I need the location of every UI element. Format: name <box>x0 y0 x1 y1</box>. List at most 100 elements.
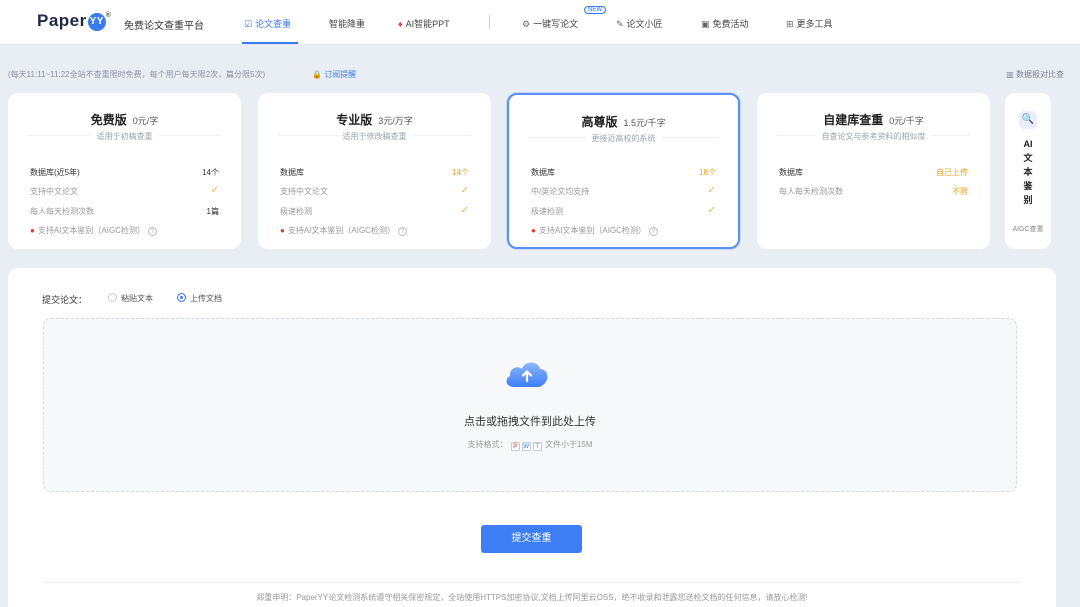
grid-icon: ⊞ <box>786 19 794 29</box>
slogan: 免费论文查重平台 <box>124 21 204 32</box>
edit-icon: ✎ <box>616 19 624 29</box>
nav-paper-check[interactable]: ☑ 论文查重 <box>244 17 291 30</box>
plan-price: 0元/千字 <box>889 116 924 126</box>
check-icon: ✓ <box>707 205 716 216</box>
logo[interactable]: Paper YY® <box>37 11 111 31</box>
feature-label: 数据库(近5年) <box>30 168 80 177</box>
logo-text: Paper <box>37 11 87 30</box>
help-icon[interactable]: ? <box>648 227 658 236</box>
logo-reg: ® <box>105 12 112 19</box>
plan-feature: 数据库(近5年) 14个 <box>30 167 219 178</box>
feature-value: 18个 <box>699 168 716 177</box>
chart-icon: ▥ <box>1006 70 1016 79</box>
nav-write-paper[interactable]: ⚙ 一键写论文 <box>522 17 578 30</box>
plan-card-free[interactable]: 免费版 0元/字 适用于初稿查重 数据库(近5年) 14个 支持中文论文 ✓ 每人每天… <box>8 93 241 249</box>
nav-free-events[interactable]: ▣ 免费活动 <box>701 17 749 30</box>
plan-subtitle: 适用于初稿查重 <box>28 132 221 149</box>
submit-paper-label: 提交论文： <box>42 295 88 305</box>
radio-upload-document[interactable]: 上传文档 <box>177 293 222 304</box>
notice-text: (每天11:11~11:22全站不查重限时免费，每个用户每天限2次，篇分限5次) <box>8 70 266 79</box>
side-title: AI文本鉴别 <box>1023 139 1033 205</box>
plan-name: 免费版 <box>90 113 127 127</box>
plan-subtitle: 更接近高校的系统 <box>529 134 718 151</box>
plan-card-pro[interactable]: 专业版 3元/万字 适用于修改稿查重 数据库 14个 支持中文论文 ✓ 极速检测 ✓ ●… <box>258 93 491 249</box>
plan-feature: 极速检测 ✓ <box>280 205 469 217</box>
file-dropzone[interactable]: 点击或拖拽文件到此处上传 支持格式： PWT 文件小于15M <box>43 318 1017 492</box>
plan-name: 高尊版 <box>581 115 618 129</box>
nav-more-tools[interactable]: ⊞ 更多工具 <box>786 17 833 30</box>
new-badge: NEW <box>584 6 606 14</box>
feature-label: 支持中文论文 <box>30 187 78 196</box>
nav-ai-ppt[interactable]: ♦ AI智能PPT <box>398 17 450 30</box>
report-compare-link[interactable]: ▥ 数据报对比查 <box>1006 69 1064 80</box>
top-header: Paper YY® 免费论文查重平台 ☑ 论文查重 智能降重 ♦ AI智能PPT ⚙ 一… <box>0 0 1080 45</box>
submission-panel: 提交论文： 粘贴文本 上传文档 点击或拖拽文件到此处上传 支持格式： PWT 文… <box>8 268 1056 607</box>
feature-label: 极速检测 <box>280 207 312 216</box>
feature-label: 每人每天检测次数 <box>779 187 843 196</box>
formats-prefix: 支持格式： <box>467 440 508 449</box>
cloud-upload-icon <box>506 362 548 387</box>
feature-label: 数据库 <box>779 168 803 177</box>
check-icon: ✓ <box>707 185 716 196</box>
plan-price: 1.5元/千字 <box>623 118 666 128</box>
plan-feature: 支持中文论文 ✓ <box>280 185 469 197</box>
plan-feature: ● 支持AI文本鉴别（AIGC检测）? <box>280 225 469 236</box>
plan-feature: 支持中文论文 ✓ <box>30 185 219 197</box>
plan-price: 0元/字 <box>132 116 159 126</box>
feature-label: 极速检测 <box>531 207 563 216</box>
radio-circle-icon <box>177 293 186 302</box>
radio-circle-icon <box>108 293 117 302</box>
plan-title: 高尊版 1.5元/千字 <box>509 113 738 130</box>
feature-value: 14个 <box>202 168 219 177</box>
submit-check-button[interactable]: 提交查重 <box>481 525 582 553</box>
side-foot: AIGC查重 <box>1012 226 1044 233</box>
supported-formats: 支持格式： PWT 文件小于15M <box>44 439 1016 451</box>
nav-separator <box>489 15 490 29</box>
ai-text-detection-card[interactable]: 🔍 AI文本鉴别 AIGC查重 <box>1005 93 1051 249</box>
report-label: 数据报对比查 <box>1016 70 1064 79</box>
plan-feature: ● 支持AI文本鉴别（AIGC检测）? <box>30 225 219 236</box>
plan-subtitle-text: 更接近高校的系统 <box>585 134 662 143</box>
nav-label: 免费活动 <box>712 19 749 29</box>
plan-subtitle: 自查论文与参考资料的相似度 <box>777 132 970 149</box>
feature-label: 每人每天检测次数 <box>30 207 94 216</box>
fire-icon: ● <box>280 226 285 235</box>
fire-icon: ● <box>30 226 35 235</box>
radio-paste-text[interactable]: 粘贴文本 <box>108 293 153 304</box>
plan-title: 自建库查重 0元/千字 <box>757 111 990 128</box>
nav-label: 一键写论文 <box>533 19 579 29</box>
subscribe-reminder-link[interactable]: 🔒 订阅提醒 <box>312 69 356 80</box>
gift-icon: ▣ <box>701 19 710 29</box>
plan-name: 专业版 <box>336 113 373 127</box>
checkbox-icon: ☑ <box>244 19 253 29</box>
feature-value: 不限 <box>952 187 968 196</box>
feature-label: 数据库 <box>531 168 555 177</box>
plan-card-custom-library[interactable]: 自建库查重 0元/千字 自查论文与参考资料的相似度 数据库 自己上传 每人每天检测次… <box>757 93 990 249</box>
plan-subtitle-text: 适用于修改稿查重 <box>336 132 413 141</box>
upload-instruction: 点击或拖拽文件到此处上传 <box>464 416 596 428</box>
check-icon: ✓ <box>210 185 219 196</box>
plan-feature: 数据库 自己上传 <box>779 167 968 178</box>
plan-feature: 中/英论文均支持 ✓ <box>531 185 716 197</box>
nav-label: 论文小匠 <box>626 19 663 29</box>
plan-name: 自建库查重 <box>823 113 884 127</box>
feature-value: 14个 <box>452 168 469 177</box>
feature-label: 中/英论文均支持 <box>531 187 590 196</box>
plan-feature: ● 支持AI文本鉴别（AIGC检测）? <box>531 225 716 236</box>
plan-feature: 每人每天检测次数 不限 <box>779 186 968 197</box>
txt-icon: T <box>532 442 542 451</box>
nav-smart-rewrite[interactable]: 智能降重 <box>329 17 365 30</box>
plan-feature: 极速检测 ✓ <box>531 205 716 217</box>
nav-paper-craftsman[interactable]: ✎ 论文小匠 <box>616 17 663 30</box>
nav-label: 更多工具 <box>796 19 833 29</box>
search-doc-icon: 🔍 <box>1019 111 1037 129</box>
logo-badge: YY <box>87 13 106 31</box>
help-icon[interactable]: ? <box>397 227 407 236</box>
radio-label: 上传文档 <box>190 294 222 303</box>
formats-size-limit: 文件小于15M <box>544 440 593 449</box>
plan-card-premium[interactable]: 高尊版 1.5元/千字 更接近高校的系统 数据库 18个 中/英论文均支持 ✓ 极速检… <box>507 93 740 249</box>
help-icon[interactable]: ? <box>147 227 157 236</box>
plan-feature: 数据库 18个 <box>531 167 716 178</box>
nav-label: 论文查重 <box>255 19 292 29</box>
feature-value: 1篇 <box>206 207 219 216</box>
